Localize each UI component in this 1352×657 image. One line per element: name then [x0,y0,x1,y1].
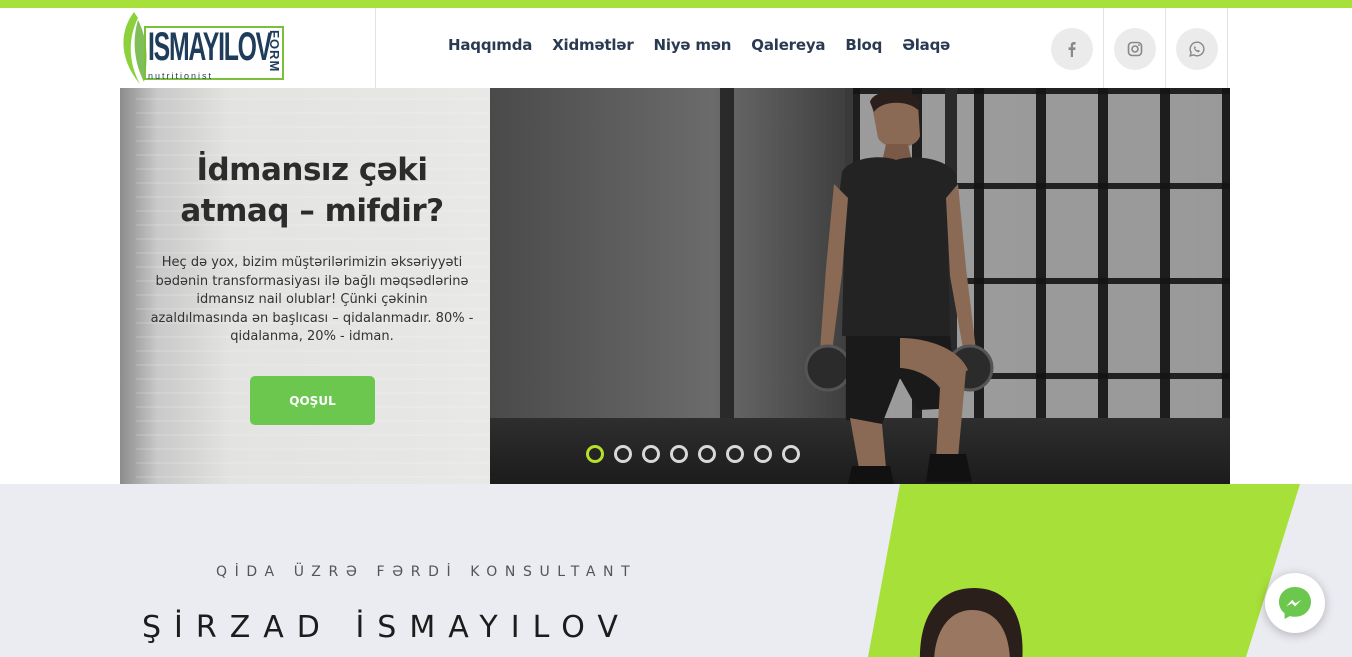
nav-item-services[interactable]: Xidmətlər [552,36,634,54]
slider-dot-2[interactable] [614,445,632,463]
nav-item-contact[interactable]: Əlaqə [902,36,950,54]
nav-item-why-me[interactable]: Niyə mən [654,36,732,54]
slider-dots [586,445,800,463]
hero-title-line2: atmaq – mifdir? [180,193,444,229]
hero-description: Heç də yox, bizim müştərilərimizin əksər… [150,255,474,344]
slider-dot-3[interactable] [642,445,660,463]
nav-item-gallery[interactable]: Qalereya [751,36,825,54]
slider-dot-5[interactable] [698,445,716,463]
hero-image [490,88,1230,484]
facebook-icon [1068,42,1076,57]
nav-item-blog[interactable]: Bloq [845,36,882,54]
instagram-button[interactable] [1114,28,1156,70]
header-divider [1165,8,1166,88]
slider-dot-7[interactable] [754,445,772,463]
portrait-image [920,588,1023,657]
top-accent-bar [0,0,1352,8]
slider-dot-6[interactable] [726,445,744,463]
site-logo[interactable]: ISMAYILOV FORM nutritionist [118,10,290,86]
whatsapp-icon [1189,41,1205,57]
site-header: ISMAYILOV FORM nutritionist Haqqımda Xid… [0,8,1352,88]
header-divider [1103,8,1104,88]
header-divider [375,8,376,88]
logo-wordmark: ISMAYILOV [148,25,272,69]
instagram-icon [1127,41,1143,57]
messenger-chat-button[interactable] [1265,573,1325,633]
athlete-image [804,90,994,484]
slider-dot-8[interactable] [782,445,800,463]
hero-title-line1: İdmansız çəki [196,152,428,188]
hero-title: İdmansız çəki atmaq – mifdir? [120,150,504,232]
about-section: QİDA ÜZRƏ FƏRDİ KONSULTANT ŞİRZAD İSMAYI… [0,484,1352,657]
about-name: ŞİRZAD İSMAYILOV [142,610,631,645]
nav-item-about[interactable]: Haqqımda [448,36,532,54]
logo-tagline: nutritionist [148,71,214,81]
main-nav: Haqqımda Xidmətlər Niyə mən Qalereya Blo… [448,36,970,54]
messenger-icon [1279,587,1311,619]
about-subtitle: QİDA ÜZRƏ FƏRDİ KONSULTANT [216,564,638,580]
slider-dot-1[interactable] [586,445,604,463]
hero-slider: İdmansız çəki atmaq – mifdir? Heç də yox… [120,88,1230,484]
whatsapp-button[interactable] [1176,28,1218,70]
facebook-button[interactable] [1051,28,1093,70]
slider-dot-4[interactable] [670,445,688,463]
logo-form-text: FORM [267,29,282,73]
header-divider [1227,8,1228,88]
join-button[interactable]: QOŞUL [250,376,375,425]
